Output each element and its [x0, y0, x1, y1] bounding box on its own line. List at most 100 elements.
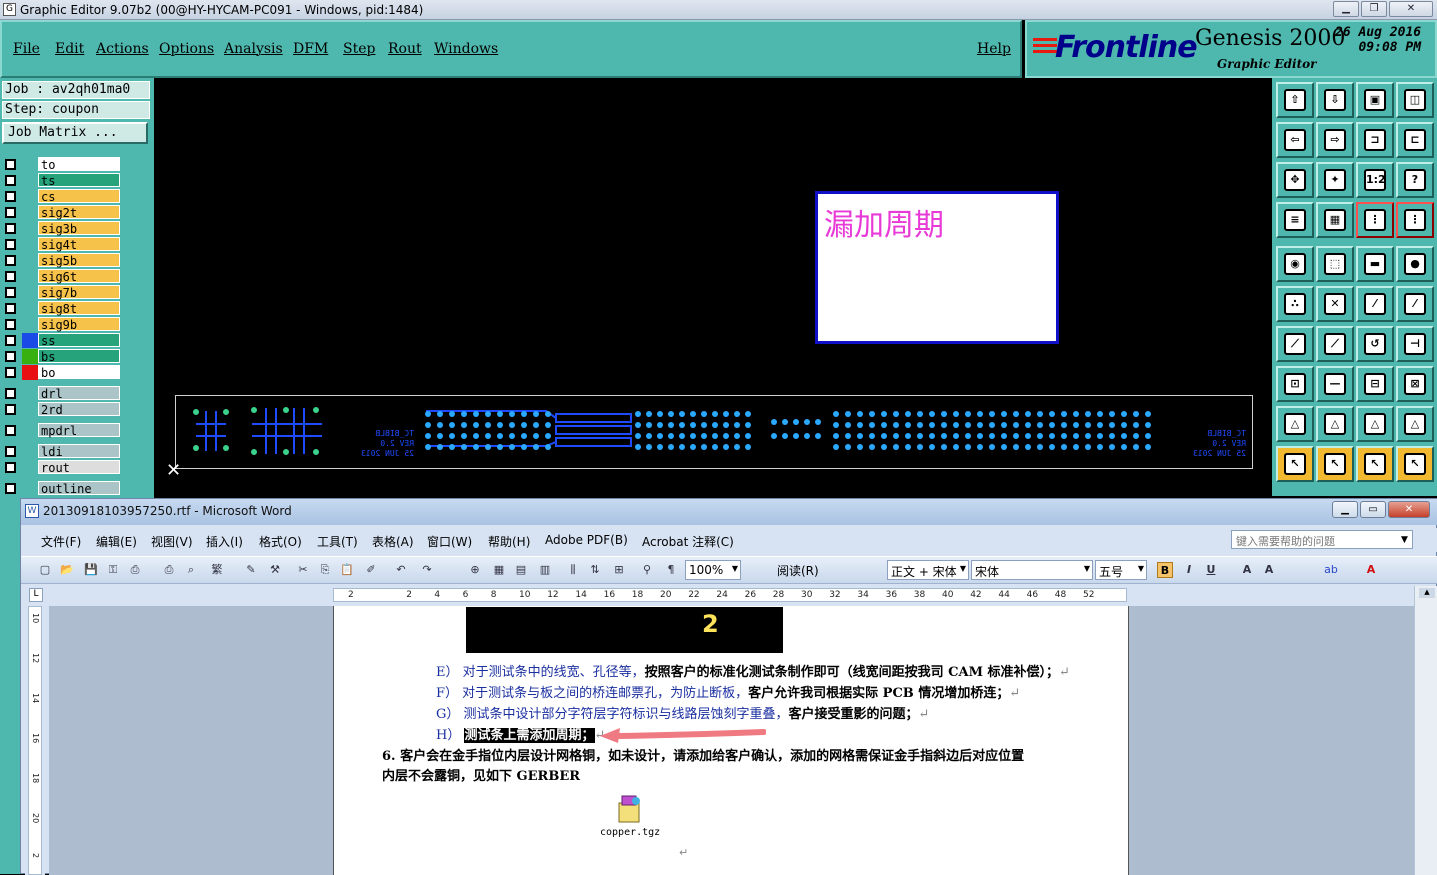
word-toolbar-button-9[interactable]: ✎ [243, 562, 259, 578]
layer-name[interactable]: bs [38, 349, 120, 364]
tool-button-35[interactable]: △ [1356, 406, 1394, 442]
layer-checkbox[interactable] [5, 159, 16, 170]
layer-name[interactable]: 2rd [38, 402, 120, 417]
layer-checkbox[interactable] [5, 191, 16, 202]
word-toolbar-button-6[interactable]: ⎙ [161, 562, 177, 578]
word-toolbar-button-12[interactable]: ⎘ [317, 562, 333, 578]
layer-name[interactable]: ldi [38, 444, 120, 459]
word-toolbar-button-15[interactable]: ↶ [393, 562, 409, 578]
layer-row-sig6t[interactable]: sig6t [2, 269, 122, 284]
help-dropdown-icon[interactable]: ▼ [1401, 535, 1408, 545]
layer-checkbox[interactable] [5, 351, 16, 362]
layer-color-swatch[interactable] [22, 349, 38, 364]
tool-button-8[interactable]: ⊏ [1396, 122, 1434, 158]
zoom-select[interactable]: 100% ▼ [685, 560, 741, 580]
layer-checkbox[interactable] [5, 446, 16, 457]
layer-checkbox[interactable] [5, 483, 16, 494]
layer-name[interactable]: ts [38, 173, 120, 188]
layer-row-2rd[interactable]: 2rd [2, 402, 122, 417]
word-menu-table[interactable]: 表格(A) [372, 533, 414, 550]
word-menu-edit[interactable]: 编辑(E) [96, 533, 137, 550]
tool-button-20[interactable]: ● [1396, 246, 1434, 282]
layer-checkbox[interactable] [5, 175, 16, 186]
layer-name[interactable]: sig7b [38, 285, 120, 300]
tool-button-11[interactable]: 1:2 [1356, 162, 1394, 198]
read-mode-button[interactable]: 阅读(R) [777, 562, 819, 579]
tool-button-40[interactable]: ↖ [1396, 446, 1434, 482]
layer-name[interactable]: rout [38, 460, 120, 475]
menu-analysis[interactable]: Analysis [224, 41, 283, 57]
layer-name[interactable]: sig8t [38, 301, 120, 316]
layer-checkbox[interactable] [5, 388, 16, 399]
tool-button-37[interactable]: ↖ [1276, 446, 1314, 482]
tool-button-25[interactable]: ⟋ [1276, 326, 1314, 362]
word-toolbar-button-2[interactable]: 📂 [59, 562, 75, 578]
layer-row-ts[interactable]: ts [2, 173, 122, 188]
layer-checkbox[interactable] [5, 462, 16, 473]
layer-checkbox[interactable] [5, 404, 16, 415]
word-toolbar-button-1[interactable]: ▢ [37, 562, 53, 578]
tool-button-26[interactable]: ⟋ [1316, 326, 1354, 362]
layer-row-sig2t[interactable]: sig2t [2, 205, 122, 220]
word-menu-file[interactable]: 文件(F) [41, 533, 81, 550]
layer-name[interactable]: ss [38, 333, 120, 348]
tool-button-12[interactable]: ? [1396, 162, 1434, 198]
menu-actions[interactable]: Actions [96, 41, 149, 57]
layer-checkbox[interactable] [5, 239, 16, 250]
layer-row-sig7b[interactable]: sig7b [2, 285, 122, 300]
word-menu-tools[interactable]: 工具(T) [317, 533, 358, 550]
layer-row-sig4t[interactable]: sig4t [2, 237, 122, 252]
layer-row-rout[interactable]: rout [2, 460, 122, 475]
word-toolbar-button-16[interactable]: ↷ [419, 562, 435, 578]
layer-checkbox[interactable] [5, 207, 16, 218]
word-toolbar-button-20[interactable]: ▥ [537, 562, 553, 578]
layer-checkbox[interactable] [5, 303, 16, 314]
tool-button-18[interactable]: ⬚ [1316, 246, 1354, 282]
layer-row-outline[interactable]: outline [2, 481, 122, 496]
tool-button-1[interactable]: ⇧ [1276, 82, 1314, 118]
underline-button[interactable]: U [1203, 562, 1219, 578]
style-select[interactable]: 正文 + 宋体 ▼ [887, 560, 969, 580]
tool-button-17[interactable]: ◉ [1276, 246, 1314, 282]
layer-checkbox[interactable] [5, 223, 16, 234]
word-toolbar-button-8[interactable]: 繁 [209, 562, 225, 578]
bold-button[interactable]: B [1157, 562, 1173, 578]
tool-button-2[interactable]: ⇩ [1316, 82, 1354, 118]
layer-name[interactable]: sig2t [38, 205, 120, 220]
tool-button-34[interactable]: △ [1316, 406, 1354, 442]
vertical-scrollbar[interactable]: ▲ [1414, 586, 1437, 875]
layer-row-bs[interactable]: bs [2, 349, 122, 364]
horizontal-ruler[interactable]: L 2 2 4 6 8 10 12 14 16 18 20 22 24 26 28 30 32 34 36 38 40 4… [21, 586, 1437, 606]
word-menu-help[interactable]: 帮助(H) [488, 533, 530, 550]
maximize-button[interactable]: ❐ [1361, 1, 1387, 17]
word-toolbar-button-23[interactable]: ⊞ [611, 562, 627, 578]
menu-edit[interactable]: Edit [55, 41, 84, 57]
tool-button-36[interactable]: △ [1396, 406, 1434, 442]
word-maximize-button[interactable]: ▭ [1360, 501, 1386, 518]
word-toolbar-button-4[interactable]: ⚿ [105, 562, 121, 578]
layer-checkbox[interactable] [5, 255, 16, 266]
word-toolbar-button-25[interactable]: ¶ [663, 562, 679, 578]
tool-button-21[interactable]: ∴ [1276, 286, 1314, 322]
tool-button-10[interactable]: ✦ [1316, 162, 1354, 198]
tool-button-9[interactable]: ✥ [1276, 162, 1314, 198]
tool-button-5[interactable]: ⇦ [1276, 122, 1314, 158]
layer-row-sig8t[interactable]: sig8t [2, 301, 122, 316]
char-border-button[interactable]: A [1239, 562, 1255, 578]
layer-row-to[interactable]: to [2, 157, 122, 172]
word-toolbar-button-19[interactable]: ▤ [513, 562, 529, 578]
italic-button[interactable]: I [1181, 562, 1197, 578]
archive-file-icon[interactable] [616, 794, 642, 824]
word-minimize-button[interactable]: ▁ [1332, 501, 1358, 518]
word-menu-view[interactable]: 视图(V) [151, 533, 193, 550]
tool-button-6[interactable]: ⇨ [1316, 122, 1354, 158]
layer-name[interactable]: mpdrl [38, 423, 120, 438]
word-menu-insert[interactable]: 插入(I) [206, 533, 243, 550]
tool-button-24[interactable]: ⁄ [1396, 286, 1434, 322]
tool-button-23[interactable]: ⁄ [1356, 286, 1394, 322]
tool-button-33[interactable]: △ [1276, 406, 1314, 442]
size-select[interactable]: 五号 ▼ [1095, 560, 1147, 580]
layer-row-mpdrl[interactable]: mpdrl [2, 423, 122, 438]
highlight-button[interactable]: ab [1323, 562, 1339, 578]
tool-button-15[interactable]: ⋮ [1356, 202, 1394, 238]
